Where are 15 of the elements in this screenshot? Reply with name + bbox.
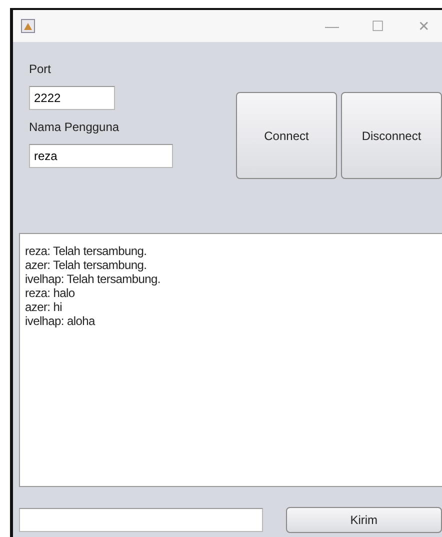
- disconnect-button[interactable]: Disconnect: [341, 92, 442, 179]
- port-label: Port: [29, 62, 52, 76]
- chat-message: reza: halo: [25, 286, 76, 300]
- message-field[interactable]: [19, 508, 263, 532]
- chat-message: ivelhap: aloha: [25, 314, 96, 328]
- send-button[interactable]: Kirim: [286, 507, 442, 533]
- port-field[interactable]: 2222: [29, 86, 115, 110]
- username-field[interactable]: reza: [29, 144, 173, 168]
- connect-button[interactable]: Connect: [236, 92, 337, 179]
- chat-message: azer: Telah tersambung.: [25, 258, 148, 272]
- app-icon: [21, 19, 35, 33]
- chat-message: azer: hi: [25, 300, 63, 314]
- chat-message: reza: Telah tersambung.: [25, 244, 148, 258]
- username-label: Nama Pengguna: [29, 120, 120, 134]
- chat-message: ivelhap: Telah tersambung.: [25, 272, 162, 286]
